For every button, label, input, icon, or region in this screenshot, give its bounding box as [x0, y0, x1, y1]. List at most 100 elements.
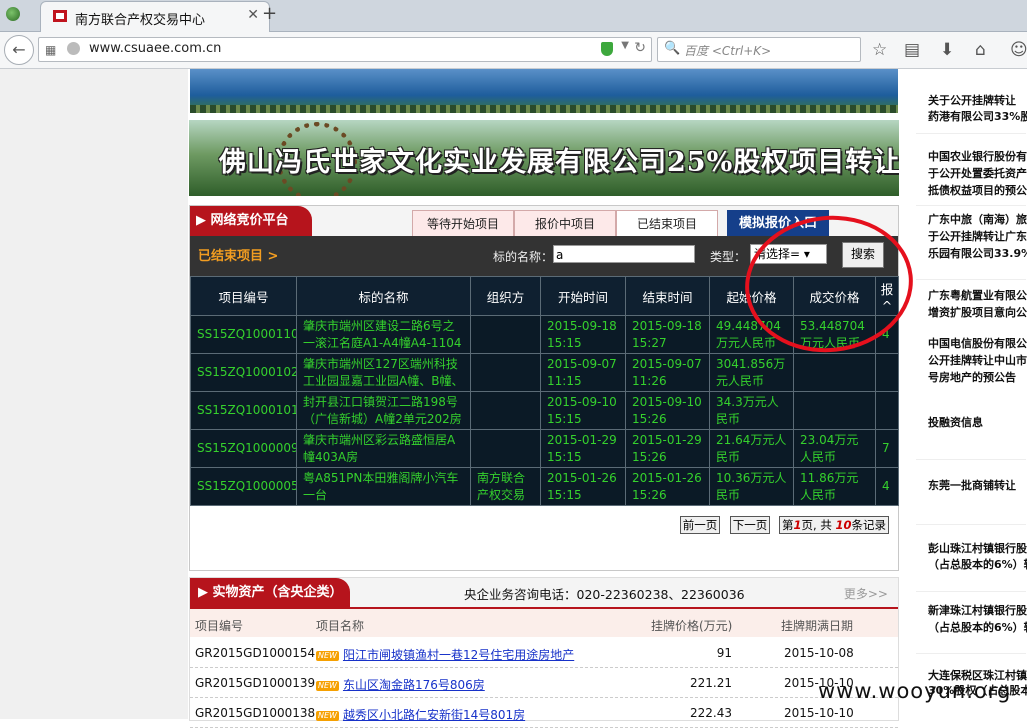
- name-label: 标的名称：: [493, 250, 554, 264]
- asset-name-link[interactable]: 越秀区小北路仁安新街14号801房: [343, 708, 525, 722]
- news-link[interactable]: 中国电信股份有限公: [928, 336, 1027, 352]
- cell-id: SS15ZQ1000102: [190, 353, 297, 392]
- cell-deal-price: [793, 353, 876, 392]
- news-link[interactable]: 公开挂牌转让中山市: [928, 353, 1027, 369]
- list-item[interactable]: GR2015GD1000138 NEW 越秀区小北路仁安新街14号801房 222…: [190, 698, 898, 728]
- watermark-text: www.wooyun.org: [818, 679, 1012, 703]
- cell-name[interactable]: 粤A851PN本田雅阁牌小汽车一台: [296, 467, 471, 506]
- url-text[interactable]: www.csuaee.com.cn: [89, 41, 221, 56]
- news-link[interactable]: 广东粤航置业有限公: [928, 288, 1027, 304]
- col-header: 挂牌期满日期: [781, 619, 854, 633]
- col-header: 开始时间: [540, 276, 626, 316]
- cell-start-price: 10.36万元人民币: [709, 467, 794, 506]
- cell-id: SS15ZQ1000110: [190, 315, 297, 354]
- cell-org: [470, 315, 541, 354]
- site-favicon-icon: [53, 10, 67, 22]
- grid-icon[interactable]: ▦: [45, 43, 56, 57]
- reading-list-icon[interactable]: ▤: [904, 40, 920, 60]
- cell-bids: 4: [875, 467, 899, 506]
- news-link[interactable]: 彭山珠江村镇银行股: [928, 541, 1027, 557]
- reload-icon[interactable]: ↻: [634, 40, 646, 56]
- divider: [916, 524, 1026, 525]
- col-header: 挂牌价格(万元): [651, 619, 733, 633]
- cell-start: 2015-01-29 15:15: [540, 429, 626, 468]
- account-icon[interactable]: ☺: [1010, 40, 1027, 60]
- cell-name[interactable]: 肇庆市端州区彩云路盛恒居A幢403A房: [296, 429, 471, 468]
- next-page-button[interactable]: 下一页: [730, 516, 770, 534]
- news-link[interactable]: （占总股本的6%）转: [928, 620, 1027, 636]
- asset-name-link[interactable]: 阳江市闸坡镇渔村一巷12号住宅用途房地产: [343, 648, 574, 662]
- bookmark-star-icon[interactable]: ☆: [872, 40, 887, 60]
- search-placeholder: 百度 <Ctrl+K>: [684, 44, 772, 58]
- cell-start: 2015-01-26 15:15: [540, 467, 626, 506]
- download-icon[interactable]: ⬇: [940, 40, 954, 60]
- page-info: 第1页, 共 10条记录: [779, 516, 889, 534]
- browser-search-box[interactable]: 🔍 百度 <Ctrl+K>: [657, 37, 861, 62]
- bidding-section-label: ▶ 网络竞价平台: [190, 206, 312, 236]
- ended-projects-link[interactable]: 已结束项目 >: [198, 245, 278, 264]
- pagination: 前一页 下一页 第1页, 共 10条记录: [680, 516, 892, 534]
- browser-logo-icon[interactable]: [6, 7, 20, 21]
- news-link[interactable]: 广东中旅（南海）旅: [928, 212, 1027, 228]
- name-search-input[interactable]: a: [553, 245, 695, 263]
- news-link[interactable]: 新津珠江村镇银行股: [928, 603, 1027, 619]
- col-header: 项目编号: [190, 276, 297, 316]
- tab-ended[interactable]: 已结束项目: [616, 210, 718, 238]
- news-link[interactable]: 于公开挂牌转让广东: [928, 229, 1027, 245]
- tab-waiting[interactable]: 等待开始项目: [412, 210, 514, 238]
- search-engine-icon[interactable]: 🔍: [664, 41, 680, 56]
- prev-page-button[interactable]: 前一页: [680, 516, 720, 534]
- news-link[interactable]: 投融资信息: [928, 415, 1027, 431]
- tab-title: 南方联合产权交易中心: [75, 13, 206, 28]
- list-item[interactable]: GR2015GD1000154 NEW 阳江市闸坡镇渔村一巷12号住宅用途房地产 …: [190, 638, 898, 668]
- cell-start-price: 3041.856万元人民币: [709, 353, 794, 392]
- cell-org: [470, 353, 541, 392]
- more-link[interactable]: 更多>>: [844, 585, 888, 602]
- project-banner[interactable]: 佛山冯氏世家文化实业发展有限公司25%股权项目转让: [189, 120, 899, 196]
- cell-start-price: 34.3万元人民币: [709, 391, 794, 430]
- news-link[interactable]: 于公开处置委托资产: [928, 166, 1027, 182]
- browser-tab[interactable]: 南方联合产权交易中心 ✕: [40, 1, 270, 32]
- page-prefix: 第: [782, 518, 794, 532]
- news-link[interactable]: （占总股本的6%）转: [928, 557, 1027, 573]
- table-row[interactable]: SS15ZQ1000102 肇庆市端州区127区端州科技工业园显嘉工业园A幢、B…: [190, 353, 899, 392]
- page-left-margin: [0, 69, 188, 719]
- cell-name[interactable]: 肇庆市端州区建设二路6号之一滚江名庭A1-A4幢A4-1104: [296, 315, 471, 354]
- home-icon[interactable]: ⌂: [975, 40, 986, 60]
- tab-bidding[interactable]: 报价中项目: [514, 210, 616, 238]
- shield-icon[interactable]: [601, 42, 613, 56]
- divider: [916, 279, 1026, 280]
- new-badge: NEW: [316, 650, 339, 661]
- url-dropdown-icon[interactable]: ▼: [621, 40, 629, 51]
- asset-name-link[interactable]: 东山区淘金路176号806房: [343, 678, 485, 692]
- globe-icon: [67, 42, 80, 55]
- cell-name[interactable]: 肇庆市端州区127区端州科技工业园显嘉工业园A幢、B幢、: [296, 353, 471, 392]
- cell-name[interactable]: 封开县江口镇贺江二路198号（广信新城）A幢2单元202房: [296, 391, 471, 430]
- col-header: 项目编号: [195, 619, 244, 633]
- asset-price: 91: [716, 646, 732, 660]
- new-badge: NEW: [316, 680, 339, 691]
- table-row[interactable]: SS15ZQ1000101 封开县江口镇贺江二路198号（广信新城）A幢2单元2…: [190, 391, 899, 430]
- assets-section-title: 实物资产（含央企类）: [212, 585, 343, 600]
- news-link[interactable]: 增资扩股项目意向公: [928, 305, 1027, 321]
- news-link[interactable]: 药港有限公司33%股: [928, 109, 1027, 125]
- back-button[interactable]: ←: [4, 35, 34, 65]
- close-tab-icon[interactable]: ✕: [247, 7, 259, 23]
- table-row[interactable]: SS15ZQ1000005 粤A851PN本田雅阁牌小汽车一台 南方联合产权交易…: [190, 467, 899, 506]
- banner-title: 佛山冯氏世家文化实业发展有限公司25%股权项目转让: [219, 147, 899, 178]
- news-link[interactable]: 乐园有限公司33.9%: [928, 246, 1027, 262]
- page-number: 1: [793, 518, 802, 532]
- new-tab-icon[interactable]: +: [262, 3, 277, 24]
- asset-date: 2015-10-10: [784, 706, 854, 720]
- address-bar[interactable]: ▦ www.csuaee.com.cn ▼ ↻: [38, 37, 652, 62]
- cell-start: 2015-09-18 15:15: [540, 315, 626, 354]
- table-row[interactable]: SS15ZQ1000009 肇庆市端州区彩云路盛恒居A幢403A房 2015-0…: [190, 429, 899, 468]
- news-link[interactable]: 抵债权益项目的预公: [928, 183, 1027, 199]
- col-header: 组织方: [470, 276, 541, 316]
- news-link[interactable]: 中国农业银行股份有: [928, 149, 1027, 165]
- news-link[interactable]: 号房地产的预公告: [928, 370, 1027, 386]
- news-link[interactable]: 东莞一批商铺转让: [928, 478, 1027, 494]
- assets-column-header: 项目编号 项目名称 挂牌价格(万元) 挂牌期满日期: [190, 609, 898, 637]
- list-item[interactable]: GR2015GD1000139 NEW 东山区淘金路176号806房 221.21…: [190, 668, 898, 698]
- news-link[interactable]: 关于公开挂牌转让: [928, 93, 1027, 109]
